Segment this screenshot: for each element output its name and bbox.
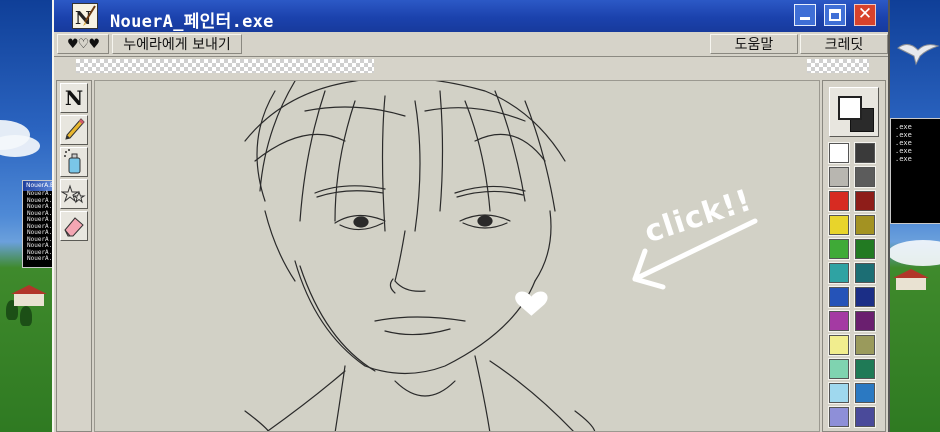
heart-icon xyxy=(515,291,548,316)
color-swatch[interactable] xyxy=(854,214,876,236)
color-swatch[interactable] xyxy=(828,238,850,260)
send-to-nouera-menu[interactable]: 누에라에게 보내기 xyxy=(112,34,242,54)
star-shapes-icon xyxy=(60,184,86,204)
color-swatch[interactable] xyxy=(828,334,850,356)
color-swatch[interactable] xyxy=(828,406,850,428)
close-icon: ✕ xyxy=(857,4,873,24)
help-menu[interactable]: 도움말 xyxy=(710,34,798,54)
status-strip xyxy=(54,57,888,77)
color-swatch[interactable] xyxy=(828,214,850,236)
house xyxy=(11,285,47,306)
background-window-lines: NouerA.exe NouerA.exe NouerA.exe NouerA.exe… xyxy=(23,190,64,263)
credits-menu[interactable]: 크레딧 xyxy=(800,34,888,54)
color-palette xyxy=(822,80,886,432)
color-swatch[interactable] xyxy=(854,406,876,428)
tree xyxy=(20,306,32,326)
color-swatch[interactable] xyxy=(828,358,850,380)
drawing-canvas[interactable]: click!! xyxy=(94,80,820,432)
maximize-button[interactable] xyxy=(824,4,846,26)
spray-can-icon xyxy=(64,149,81,174)
color-swatch[interactable] xyxy=(828,166,850,188)
color-swatch[interactable] xyxy=(828,262,850,284)
menu-bar: ♥♡♥ 누에라에게 보내기 도움말 크레딧 xyxy=(54,32,888,57)
color-swatch[interactable] xyxy=(828,286,850,308)
foreground-color xyxy=(838,96,862,120)
text-tool[interactable]: N xyxy=(60,83,88,113)
color-swatch[interactable] xyxy=(854,286,876,308)
house xyxy=(893,269,929,290)
background-window-line: .exe xyxy=(895,131,912,139)
color-swatch[interactable] xyxy=(854,190,876,212)
title-bar[interactable]: N NouerA_페인터.exe ✕ xyxy=(54,0,888,32)
background-window-lines: .exe .exe .exe .exe .exe xyxy=(891,119,940,163)
color-swatch[interactable] xyxy=(854,166,876,188)
painter-window: N NouerA_페인터.exe ✕ ♥♡♥ 누에라에게 보내기 도움말 크레딧… xyxy=(52,0,890,432)
cloud xyxy=(0,135,40,157)
color-swatch[interactable] xyxy=(828,382,850,404)
background-window-line: .exe xyxy=(895,139,912,147)
background-window-left: NouerA.E NouerA.exe NouerA.exe NouerA.exe N… xyxy=(22,180,64,268)
color-swatch[interactable] xyxy=(854,238,876,260)
svg-text:N: N xyxy=(75,8,91,28)
transparent-bar-left xyxy=(76,59,374,73)
toolbox: N xyxy=(56,80,92,432)
window-title: NouerA_페인터.exe xyxy=(110,12,274,32)
background-window-line: .exe xyxy=(895,147,912,155)
color-swatch[interactable] xyxy=(828,310,850,332)
color-swatch[interactable] xyxy=(854,262,876,284)
background-window-line: NouerA.exe xyxy=(27,255,64,262)
eraser-tool[interactable] xyxy=(60,211,88,241)
pencil-icon xyxy=(65,118,85,140)
paint-brush-app-icon: N xyxy=(72,3,98,29)
close-button[interactable]: ✕ xyxy=(854,4,876,26)
color-swatch[interactable] xyxy=(828,142,850,164)
transparent-bar-right xyxy=(807,59,869,73)
color-swatch[interactable] xyxy=(854,358,876,380)
color-swatch[interactable] xyxy=(854,334,876,356)
color-swatch[interactable] xyxy=(854,310,876,332)
color-swatch[interactable] xyxy=(854,382,876,404)
color-swatch[interactable] xyxy=(828,190,850,212)
spray-tool[interactable] xyxy=(60,147,88,177)
current-colors[interactable] xyxy=(829,87,879,137)
minimize-button[interactable] xyxy=(794,4,816,26)
pencil-tool[interactable] xyxy=(60,115,88,145)
star-tool[interactable] xyxy=(60,179,88,209)
eraser-icon xyxy=(64,217,84,237)
color-swatch[interactable] xyxy=(854,142,876,164)
background-window-right: .exe .exe .exe .exe .exe xyxy=(890,118,940,224)
background-window-line: .exe xyxy=(895,155,912,163)
cloud xyxy=(888,240,940,266)
hearts-menu[interactable]: ♥♡♥ xyxy=(57,34,109,54)
face-sketch xyxy=(244,81,758,431)
background-window-line: .exe xyxy=(895,123,912,131)
seagull-icon xyxy=(897,44,940,66)
